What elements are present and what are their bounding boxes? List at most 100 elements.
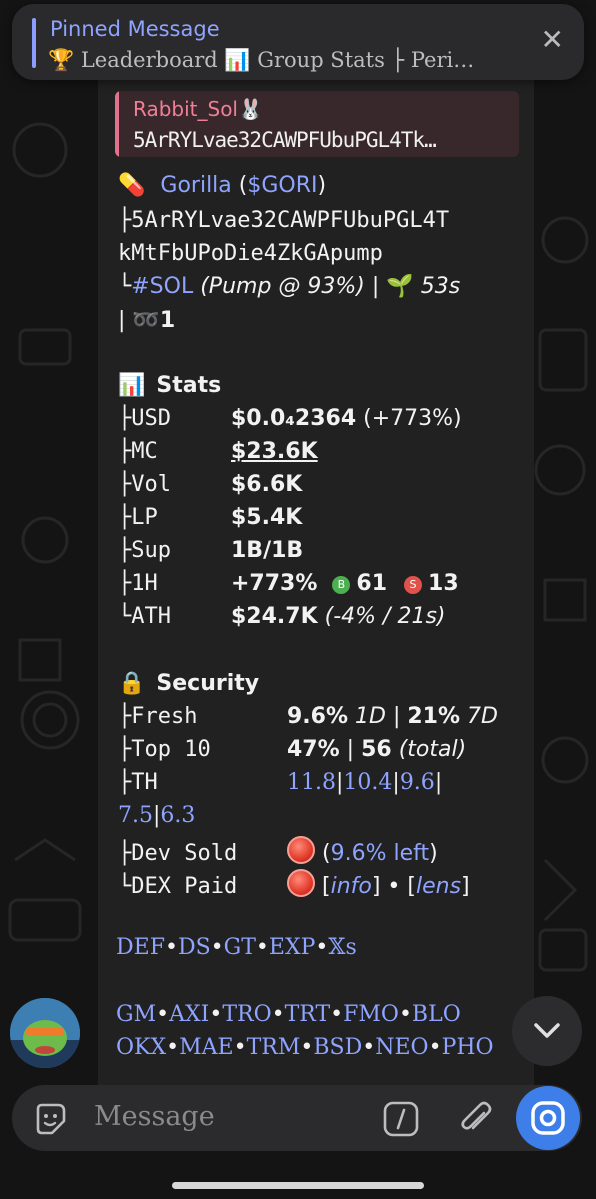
security-label: ├Dev Sold [118, 841, 238, 866]
link-ds[interactable]: DS [178, 935, 211, 960]
th-link[interactable]: 6.3 [160, 803, 195, 828]
security-heading-text: Security [156, 671, 260, 696]
links-row-3: OKX•MAE•TRM•BSD•NEO•PHO [116, 1035, 494, 1060]
link-gt[interactable]: GT [224, 935, 256, 960]
security-label: └DEX Paid [118, 874, 238, 899]
link-bsd[interactable]: BSD [313, 1035, 362, 1060]
th-link[interactable]: 7.5 [118, 803, 153, 828]
buys-count: 61 [356, 571, 388, 596]
stat-row-lp: ├LP $5.4K [118, 505, 302, 530]
dev-left-link[interactable]: 9.6% left [331, 841, 430, 866]
stat-value: $6.6K [231, 472, 303, 497]
stat-row-1h: ├1H +773% B 61 S 13 [118, 571, 459, 596]
link-blo[interactable]: BLO [412, 1002, 461, 1027]
stat-row-mc: ├MC $23.6K [118, 439, 318, 464]
reply-quote[interactable]: Rabbit_Sol🐰 5ArRYLvae32CAWPFUbuPGL4Tk… [115, 91, 519, 157]
pinned-preview: 🏆 Leaderboard 📊 Group Stats ├ Peri… [48, 48, 475, 72]
avatar[interactable] [10, 998, 80, 1068]
token-title-line: 💊 Gorilla ($GORI) [118, 173, 326, 198]
chart-icon: 📊 [118, 373, 146, 398]
bot-command-icon[interactable] [382, 1100, 420, 1138]
camera-button[interactable] [516, 1086, 580, 1150]
link-trm[interactable]: TRM [247, 1035, 301, 1060]
scroll-down-button[interactable] [512, 996, 582, 1066]
link-def[interactable]: DEF [116, 935, 165, 960]
stat-value: $0.0₄2364 [231, 406, 357, 431]
tree-corner: └ [118, 274, 132, 299]
links-count-line: | ➿1 [118, 308, 175, 333]
link-tro[interactable]: TRO [222, 1002, 271, 1027]
stat-value: $5.4K [231, 505, 303, 530]
th-link[interactable]: 11.8 [287, 770, 336, 795]
stat-value: +773% [231, 571, 318, 596]
link-xs[interactable]: 𝕏s [328, 935, 356, 960]
separator: | [118, 308, 133, 333]
token-name-link[interactable]: Gorilla [160, 173, 231, 198]
ticker-close: ) [317, 173, 327, 198]
ticker-link[interactable]: $GORI [247, 173, 317, 198]
reply-author: Rabbit_Sol🐰 [133, 97, 263, 121]
camera-icon [531, 1101, 565, 1135]
fresh-7d-value: 21% [407, 704, 461, 729]
message-input[interactable]: Message [94, 1101, 215, 1132]
stat-value: 1B/1B [231, 538, 304, 563]
link-fmo[interactable]: FMO [343, 1002, 399, 1027]
th-link[interactable]: 10.4 [343, 770, 392, 795]
th-link[interactable]: 9.6 [400, 770, 435, 795]
ticker-open: ( [231, 173, 248, 198]
contract-address-line1[interactable]: ├5ArRYLvae32CAWPFUbuPGL4T [118, 208, 449, 233]
reply-accent-bar [115, 91, 119, 157]
link-okx[interactable]: OKX [116, 1035, 166, 1060]
pinned-title: Pinned Message [50, 17, 220, 41]
security-label: ├TH [118, 770, 158, 795]
separator: | [385, 704, 408, 729]
paren-close: ) [429, 841, 438, 866]
security-row-fresh: ├Fresh 9.6% 1D | 21% 7D [118, 704, 498, 729]
reply-text: 5ArRYLvae32CAWPFUbuPGL4Tk… [133, 128, 437, 152]
stat-label: ├LP [118, 505, 158, 530]
chain-hashtag[interactable]: #SOL [131, 274, 193, 299]
stat-extra: (+773%) [356, 406, 462, 431]
separator: | [364, 274, 387, 299]
separator: | [339, 737, 362, 762]
home-indicator[interactable] [172, 1182, 424, 1189]
red-circle-icon [287, 869, 315, 897]
stat-label: ├Vol [118, 472, 171, 497]
stat-value-link[interactable]: $23.6K [231, 439, 318, 464]
sells-count: 13 [428, 571, 459, 596]
pinned-message-bar[interactable]: Pinned Message 🏆 Leaderboard 📊 Group Sta… [12, 4, 584, 80]
bracket-close: ] [461, 874, 470, 899]
security-row-th: ├TH 11.8|10.4|9.6| [118, 770, 443, 795]
pump-progress: (Pump @ 93%) [193, 274, 365, 299]
lock-icon: 🔒 [118, 671, 146, 696]
link-trt[interactable]: TRT [285, 1002, 331, 1027]
security-heading: 🔒 Security [118, 671, 259, 696]
link-mae[interactable]: MAE [179, 1035, 233, 1060]
pill-icon: 💊 [118, 173, 146, 198]
sells-icon: S [404, 576, 423, 594]
curly-loop-icon: ➿ [132, 308, 160, 333]
link-pho[interactable]: PHO [442, 1035, 494, 1060]
stat-row-vol: ├Vol $6.6K [118, 472, 302, 497]
top10-total: 56 [361, 737, 392, 762]
dex-info-link[interactable]: info [331, 874, 372, 899]
sticker-icon[interactable] [32, 1101, 68, 1137]
close-icon[interactable]: ✕ [541, 26, 564, 54]
security-row-dex-paid: └DEX Paid [info] • [lens] [118, 869, 470, 899]
pinned-accent-bar [32, 18, 36, 68]
chevron-down-icon [534, 1023, 560, 1038]
token-age: 53s [413, 274, 461, 299]
attach-icon[interactable] [456, 1099, 496, 1139]
link-axi[interactable]: AXI [169, 1002, 209, 1027]
fresh-7d-unit: 7D [460, 704, 498, 729]
contract-address-line2[interactable]: kMtFbUPoDie4ZkGApump [118, 241, 383, 266]
security-row-dev-sold: ├Dev Sold (9.6% left) [118, 836, 438, 866]
stat-label: ├MC [118, 439, 158, 464]
stat-label: ├USD [118, 406, 171, 431]
top10-total-label: (total) [391, 737, 467, 762]
link-exp[interactable]: EXP [269, 935, 316, 960]
security-row-top10: ├Top 10 47% | 56 (total) [118, 737, 466, 762]
link-neo[interactable]: NEO [375, 1035, 428, 1060]
dex-lens-link[interactable]: lens [416, 874, 461, 899]
link-gm[interactable]: GM [116, 1002, 156, 1027]
